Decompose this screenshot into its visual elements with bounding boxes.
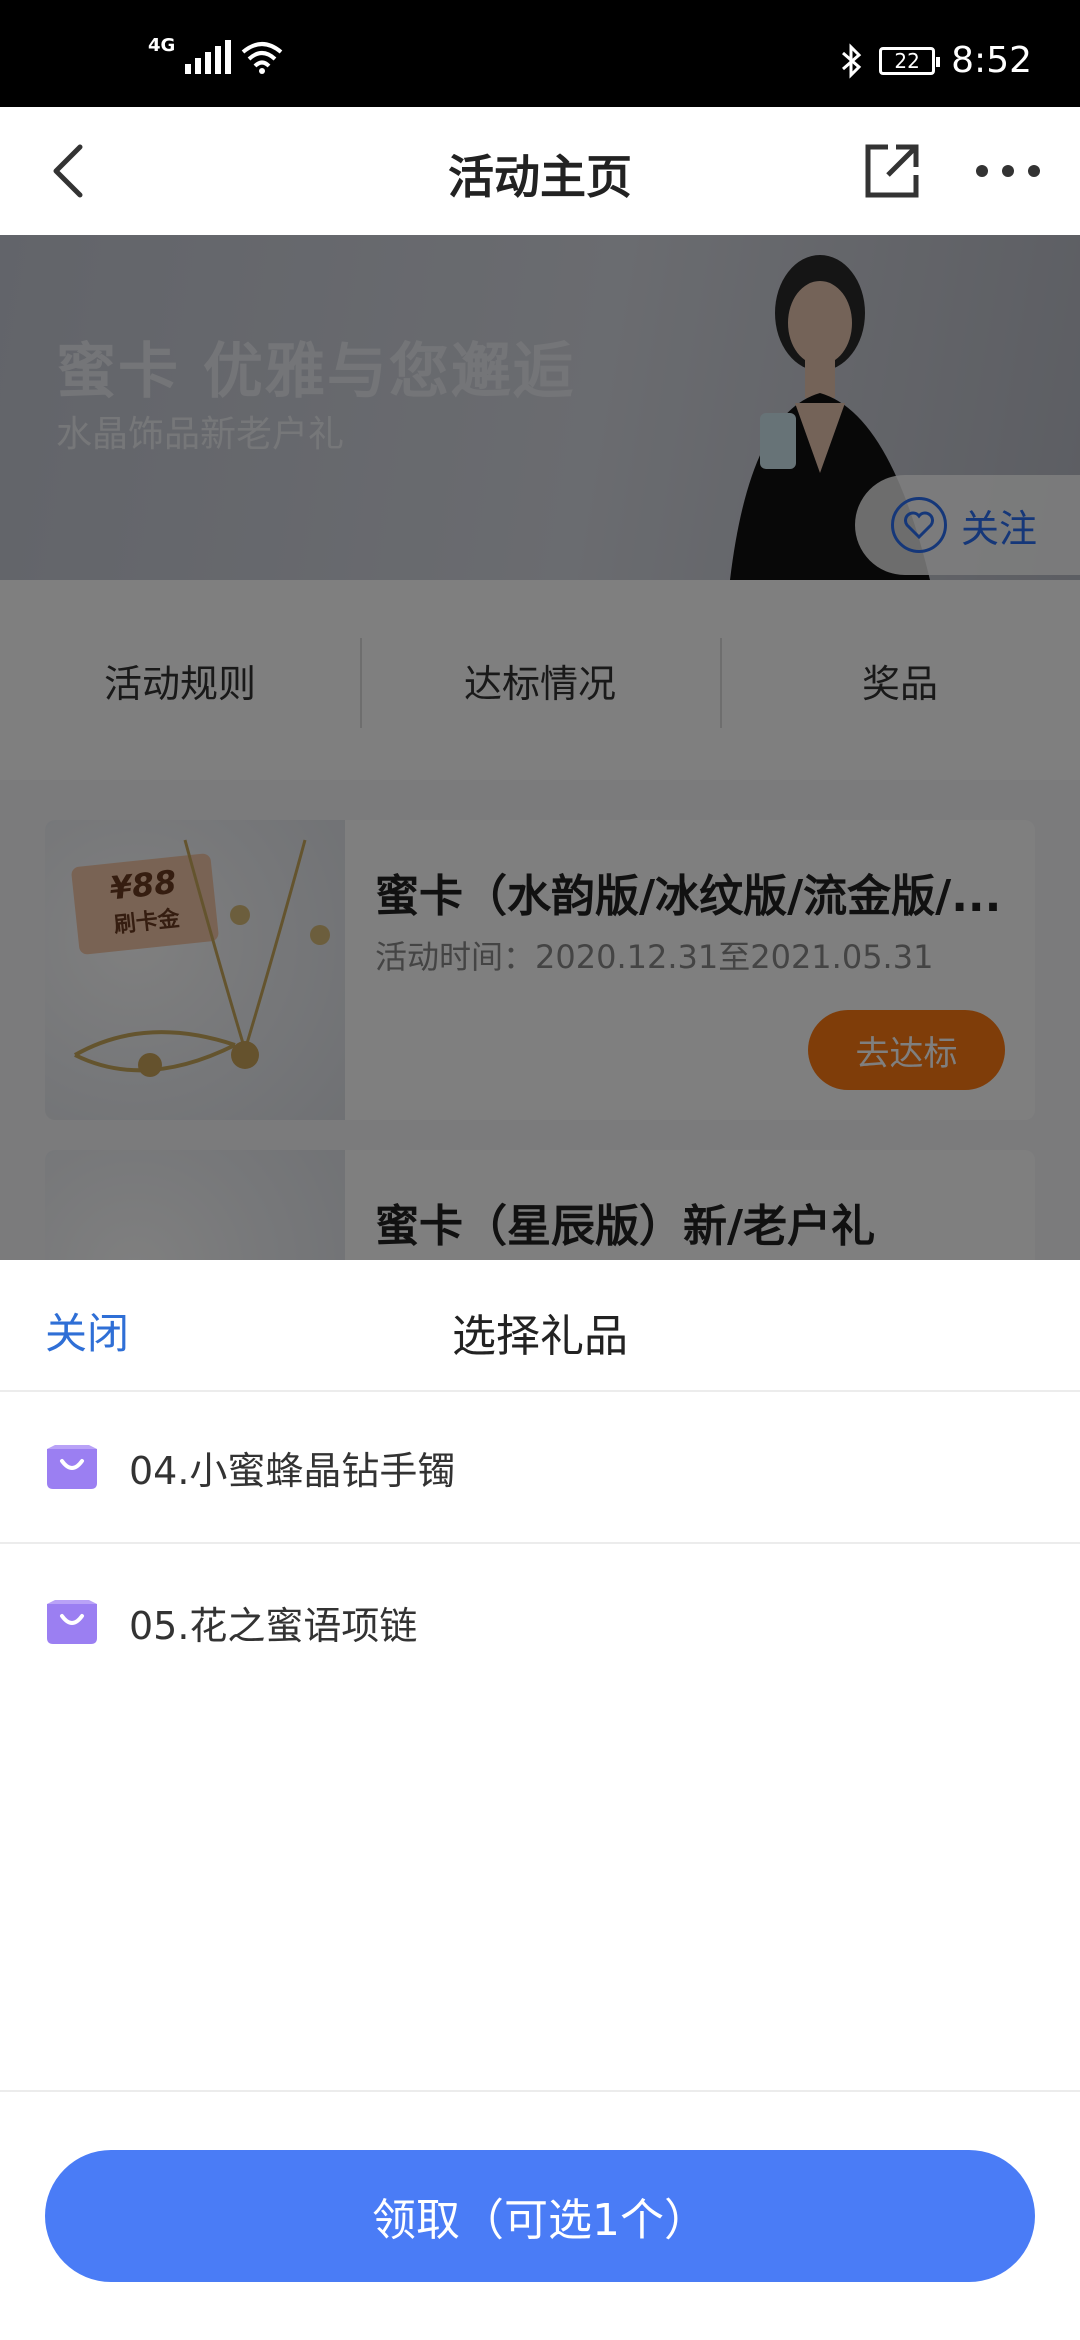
sheet-footer: 领取（可选1个） — [0, 2090, 1080, 2340]
gift-label: 04.小蜜蜂晶钻手镯 — [129, 1448, 456, 1493]
wifi-icon — [242, 42, 283, 74]
claim-button[interactable]: 领取（可选1个） — [45, 2150, 1035, 2282]
signal-icon — [185, 40, 232, 74]
sheet-title: 选择礼品 — [452, 1311, 628, 1362]
more-icon[interactable] — [972, 139, 1044, 203]
network-type: 4G — [148, 35, 176, 56]
gift-label: 05.花之蜜语项链 — [129, 1603, 418, 1648]
share-icon[interactable] — [860, 139, 924, 203]
battery-icon: 22 — [879, 46, 941, 75]
bluetooth-icon — [842, 42, 862, 79]
clock: 8:52 — [951, 40, 1032, 81]
gift-option[interactable]: 04.小蜜蜂晶钻手镯 — [0, 1392, 1080, 1544]
gift-selection-sheet: 关闭 选择礼品 04.小蜜蜂晶钻手镯 05.花之蜜语项链 领取（可选1个） — [0, 1260, 1080, 2340]
nav-bar: 活动主页 — [0, 107, 1080, 235]
status-right: 22 8:52 — [839, 40, 1032, 81]
status-left: 4G — [148, 35, 283, 74]
shopping-bag-icon — [47, 1600, 97, 1644]
status-bar: 4G 22 8:52 — [0, 0, 1080, 107]
modal-overlay[interactable] — [0, 235, 1080, 1260]
gift-option[interactable]: 05.花之蜜语项链 — [0, 1546, 1080, 1698]
sheet-header: 关闭 选择礼品 — [0, 1260, 1080, 1392]
shopping-bag-icon — [47, 1445, 97, 1489]
